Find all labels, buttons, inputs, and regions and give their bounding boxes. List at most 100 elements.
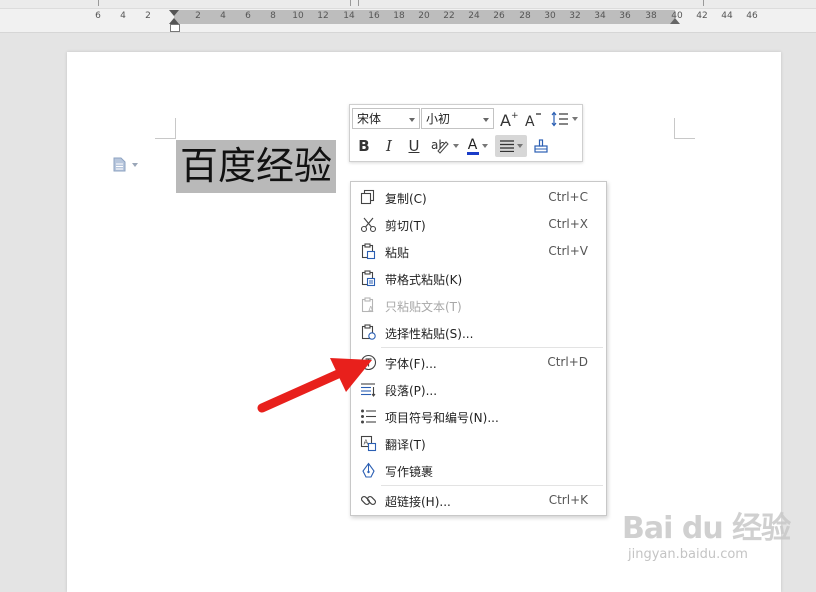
floating-format-toolbar: 宋体 小初 A + A B I U ab A	[349, 104, 583, 162]
svg-text:A: A	[500, 111, 511, 128]
menu-item-paste-text-only: A 只粘贴文本(T)	[351, 292, 606, 319]
menu-item-shortcut: Ctrl+X	[548, 217, 588, 231]
font-color-bar	[466, 152, 479, 155]
font-color-icon: A	[466, 137, 479, 155]
chevron-down-icon	[132, 162, 138, 167]
ruler-number: 30	[544, 11, 556, 21]
font-size-value: 小初	[426, 112, 451, 126]
menu-item-label: 剪切(T)	[385, 219, 426, 233]
font-name-value: 宋体	[357, 112, 382, 126]
shrink-font-button[interactable]: A	[524, 108, 544, 129]
ruler-number: 22	[443, 11, 455, 21]
chevron-down-icon	[481, 144, 488, 148]
underline-button[interactable]: U	[404, 135, 424, 157]
ruler-number: 42	[696, 11, 708, 21]
shrink-font-icon: A	[525, 112, 541, 128]
menu-item-cut[interactable]: 剪切(T) Ctrl+X	[351, 211, 606, 238]
align-justify-icon	[499, 140, 514, 152]
right-indent-marker[interactable]	[670, 18, 680, 24]
menu-item-writing[interactable]: 写作镜裹	[351, 457, 606, 484]
ruler-tick	[703, 0, 704, 6]
ruler-number: 36	[619, 11, 631, 21]
font-color-button[interactable]: A	[463, 135, 491, 157]
horizontal-ruler[interactable]: 6 4 2 2 4 6 8 10 12 14 16 18 20 22 24 26…	[0, 0, 816, 33]
italic-button[interactable]: I	[379, 135, 399, 157]
writing-icon	[362, 462, 375, 478]
menu-item-copy[interactable]: 复制(C) Ctrl+C	[351, 184, 606, 211]
margin-corner-top-right	[674, 118, 695, 139]
document-icon	[113, 157, 126, 172]
ruler-number: 4	[120, 11, 126, 21]
ruler-number: 16	[368, 11, 380, 21]
chevron-down-icon	[483, 118, 489, 122]
menu-item-label: 只粘贴文本(T)	[385, 300, 462, 314]
menu-item-bullets[interactable]: 项目符号和编号(N)...	[351, 403, 606, 430]
ruler-number: 32	[569, 11, 581, 21]
menu-item-label: 项目符号和编号(N)...	[385, 411, 499, 425]
menu-item-label: 选择性粘贴(S)...	[385, 327, 474, 341]
line-spacing-icon	[551, 111, 568, 126]
menu-item-paste-special[interactable]: 选择性粘贴(S)...	[351, 319, 606, 346]
ruler-number: 4	[220, 11, 226, 21]
watermark: Bai du 经验 jingyan.baidu.com	[622, 503, 812, 573]
link-icon	[360, 495, 377, 506]
margin-corner-top-left	[155, 118, 176, 139]
ruler-number: 2	[145, 11, 151, 21]
watermark-logo: Bai du 经验	[622, 511, 791, 546]
ruler-number: 6	[245, 11, 251, 21]
paragraph-handle[interactable]	[113, 157, 138, 172]
format-painter-button[interactable]	[531, 135, 551, 157]
scissors-icon	[360, 217, 377, 233]
align-button[interactable]	[495, 135, 527, 157]
ruler-number: 34	[594, 11, 606, 21]
ruler-tick	[98, 0, 99, 6]
bold-label: B	[358, 137, 370, 155]
menu-item-label: 字体(F)...	[385, 357, 437, 371]
svg-text:A: A	[364, 439, 369, 447]
chevron-down-icon	[571, 116, 578, 121]
menu-item-paragraph[interactable]: 段落(P)...	[351, 376, 606, 403]
chevron-down-icon	[452, 144, 459, 148]
underline-label: U	[408, 137, 420, 155]
ruler-number: 18	[393, 11, 405, 21]
grow-font-button[interactable]: A +	[499, 108, 519, 129]
grow-font-icon: A +	[500, 111, 519, 128]
ruler-number: 10	[292, 11, 304, 21]
chevron-down-icon	[516, 144, 523, 148]
paste-format-icon	[361, 270, 376, 287]
translate-icon: A	[360, 435, 377, 452]
menu-item-label: 带格式粘贴(K)	[385, 273, 463, 287]
format-painter-icon	[534, 139, 548, 153]
menu-item-paste-keep-format[interactable]: 带格式粘贴(K)	[351, 265, 606, 292]
menu-separator	[381, 485, 603, 486]
ruler-number: 26	[493, 11, 505, 21]
chevron-down-icon	[409, 118, 415, 122]
first-line-indent-marker[interactable]	[169, 10, 179, 16]
ruler-number: 24	[468, 11, 480, 21]
menu-item-label: 复制(C)	[385, 192, 427, 206]
paste-special-icon	[361, 324, 376, 340]
menu-item-font[interactable]: 字体(F)... Ctrl+D	[351, 349, 606, 376]
font-size-select[interactable]: 小初	[421, 108, 494, 129]
menu-item-label: 写作镜裹	[385, 465, 434, 479]
menu-item-paste[interactable]: 粘贴 Ctrl+V	[351, 238, 606, 265]
ruler-number: 2	[195, 11, 201, 21]
font-name-select[interactable]: 宋体	[352, 108, 420, 129]
highlight-button[interactable]: ab	[428, 135, 460, 157]
menu-item-shortcut: Ctrl+V	[548, 244, 588, 258]
menu-item-label: 翻译(T)	[385, 438, 426, 452]
selected-text[interactable]: 百度经验	[176, 140, 337, 193]
font-color-label: A	[467, 137, 478, 153]
menu-item-label: 超链接(H)...	[385, 495, 451, 509]
svg-text:A: A	[525, 114, 535, 128]
line-spacing-button[interactable]	[549, 108, 579, 129]
ruler-number: 6	[95, 11, 101, 21]
menu-item-hyperlink[interactable]: 超链接(H)... Ctrl+K	[351, 487, 606, 514]
menu-item-shortcut: Ctrl+D	[547, 355, 588, 369]
menu-item-translate[interactable]: A 翻译(T)	[351, 430, 606, 457]
menu-separator	[381, 347, 603, 348]
svg-text:A: A	[368, 305, 374, 314]
context-menu: 复制(C) Ctrl+C 剪切(T) Ctrl+X 粘贴 Ctrl+V 带格式粘…	[350, 181, 607, 516]
left-indent-marker[interactable]	[170, 24, 180, 32]
bold-button[interactable]: B	[354, 135, 374, 157]
